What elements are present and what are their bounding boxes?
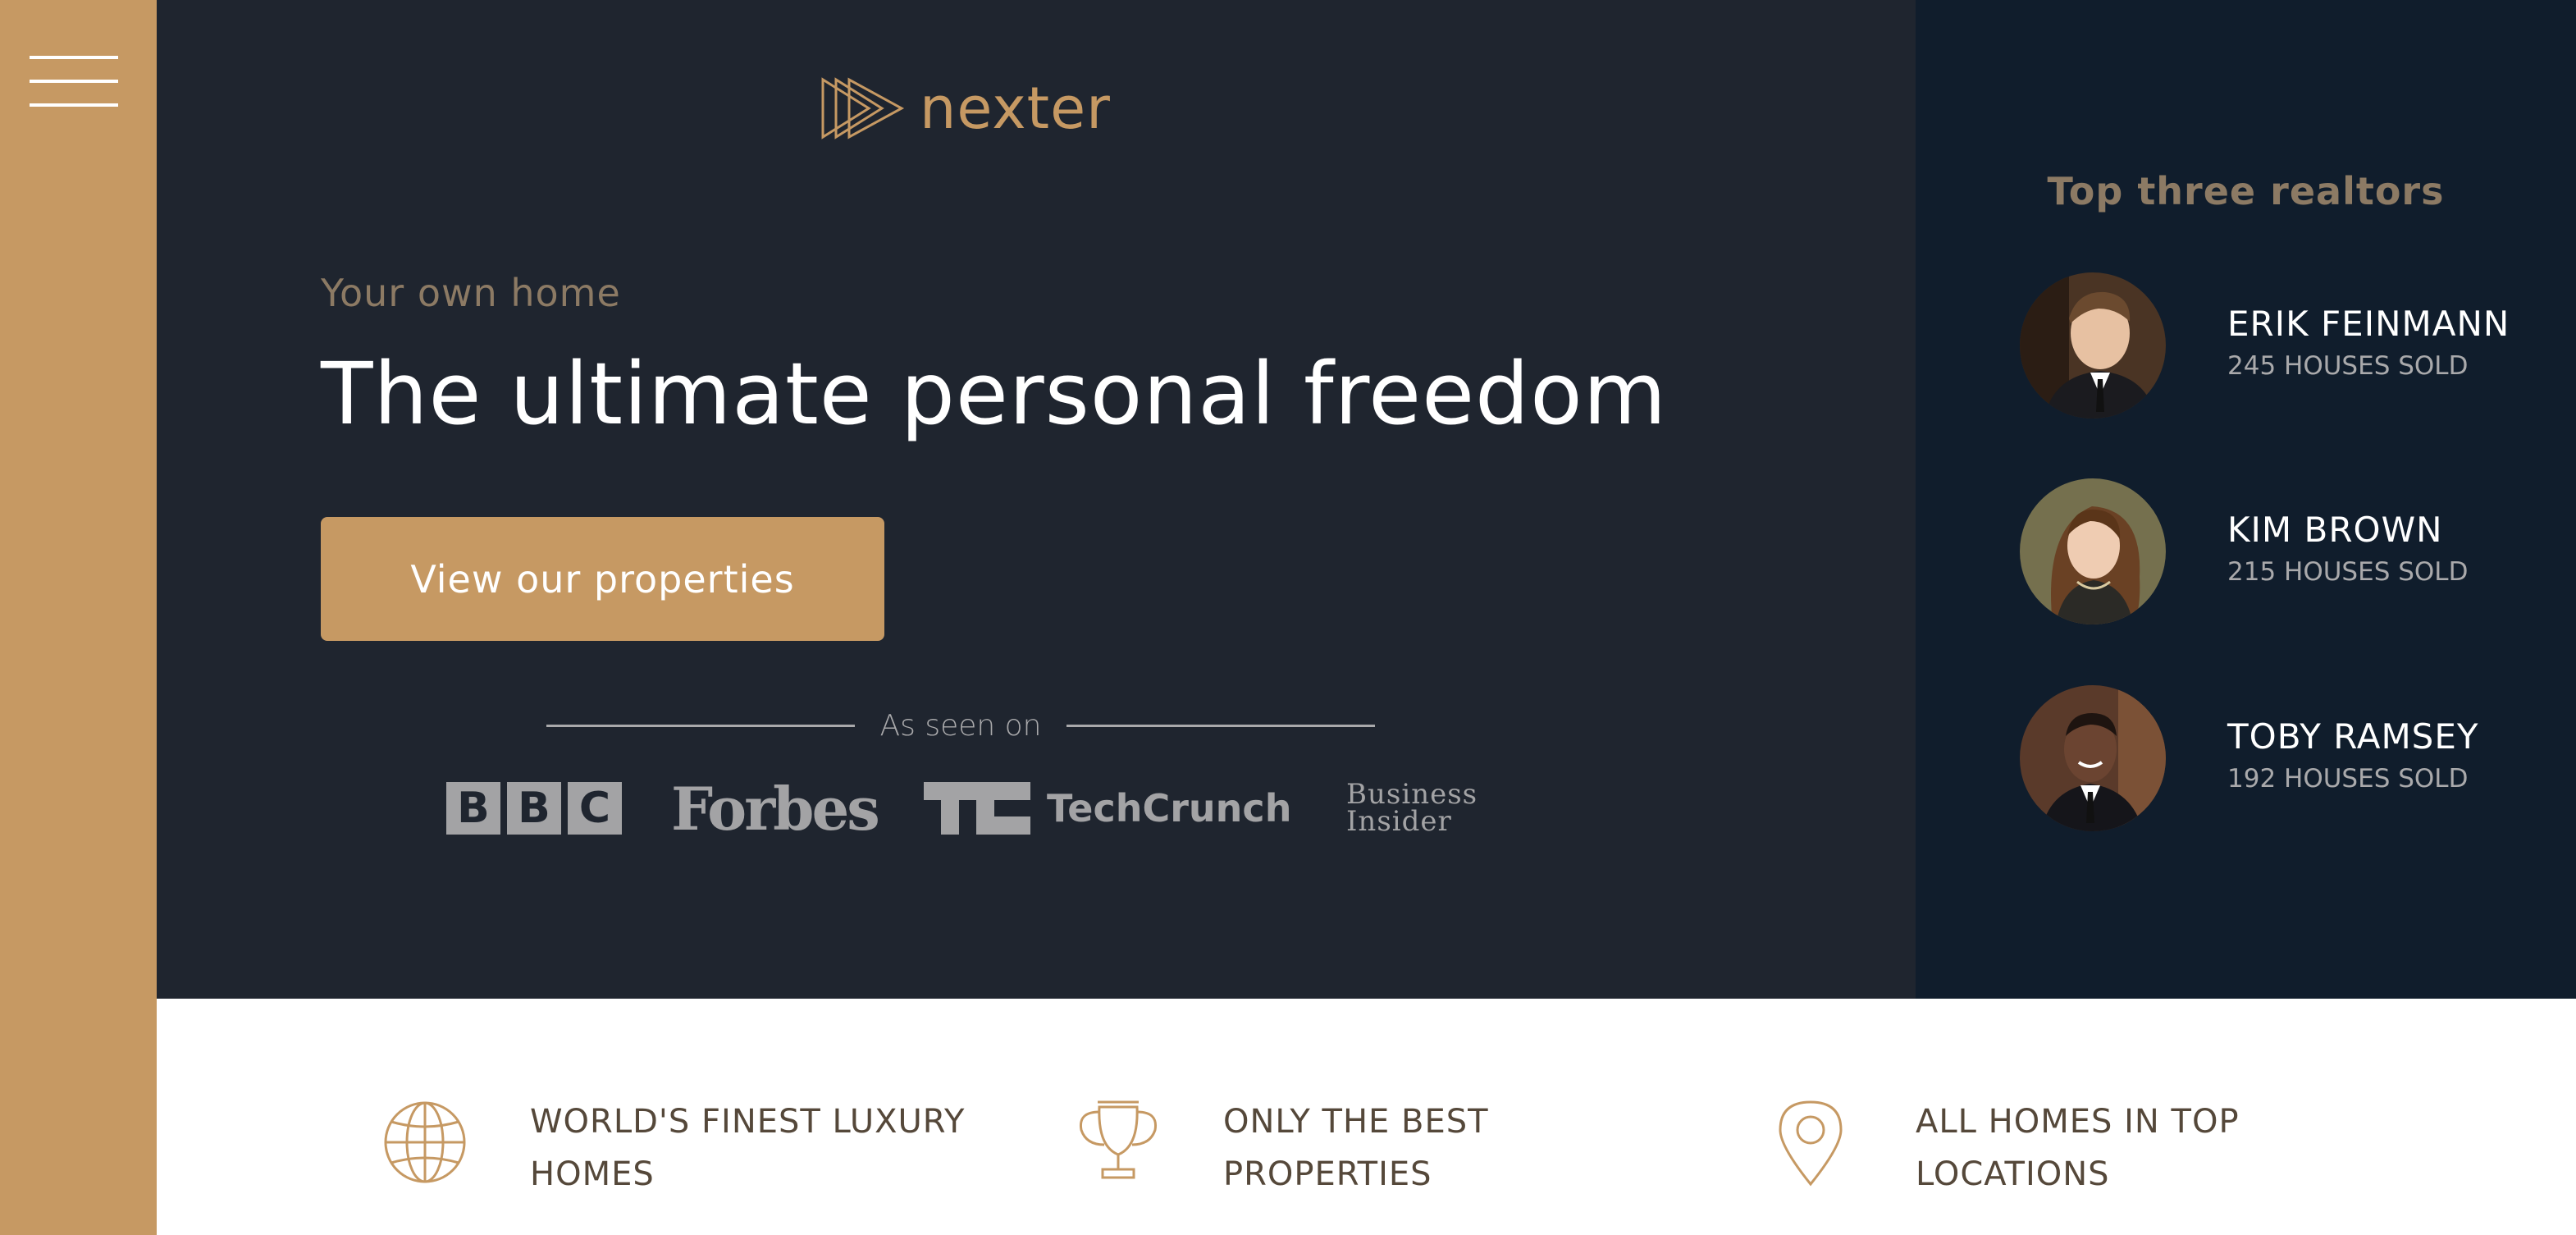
logo-triangles-icon (821, 77, 905, 140)
logo-text: nexter (920, 75, 1111, 142)
techcrunch-mark-icon (924, 782, 1030, 835)
bbc-letter: B (507, 782, 561, 835)
realtor-houses-sold: 245 HOUSES SOLD (2227, 351, 2469, 381)
top-realtors-panel: Top three realtors ERIK FEINMANN 245 HOU… (1916, 0, 2576, 999)
hero-heading: The ultimate personal freedom (321, 344, 1667, 444)
avatar (2020, 272, 2166, 419)
hamburger-menu-icon[interactable] (30, 56, 118, 108)
realtor-item[interactable]: TOBY RAMSEY 192 HOUSES SOLD (2020, 685, 2561, 833)
menu-bar-bottom (30, 103, 118, 107)
press-logos: B B C Forbes TechCrunch Business Insider (446, 773, 1478, 844)
globe-icon (384, 1101, 466, 1183)
divider-left (546, 724, 855, 727)
realtor-name: ERIK FEINMANN (2227, 304, 2510, 344)
business-insider-line1: Business (1346, 777, 1478, 811)
avatar (2020, 685, 2166, 831)
logo[interactable]: nexter (820, 74, 1111, 143)
map-pin-icon (1779, 1100, 1843, 1187)
sidebar (0, 0, 157, 1235)
avatar (2020, 478, 2166, 624)
trophy-icon (1079, 1100, 1158, 1179)
realtors-title: Top three realtors (2047, 169, 2445, 213)
realtor-name: TOBY RAMSEY (2227, 716, 2479, 757)
realtor-item[interactable]: ERIK FEINMANN 245 HOUSES SOLD (2020, 272, 2561, 420)
techcrunch-wordmark: TechCrunch (1047, 786, 1292, 830)
realtor-name: KIM BROWN (2227, 510, 2443, 550)
bbc-letter: B (446, 782, 500, 835)
menu-bar-top (30, 56, 118, 59)
hero-subheading: Your own home (321, 271, 621, 315)
as-seen-on: As seen on (546, 704, 1375, 747)
realtor-houses-sold: 192 HOUSES SOLD (2227, 764, 2469, 794)
feature-text: ALL HOMES IN TOP LOCATIONS (1916, 1103, 2240, 1193)
techcrunch-logo: TechCrunch (924, 775, 1291, 841)
realtor-item[interactable]: KIM BROWN 215 HOUSES SOLD (2020, 478, 2561, 626)
hero-header: nexter Your own home The ultimate person… (157, 0, 1916, 999)
feature-text: ONLY THE BEST PROPERTIES (1223, 1103, 1489, 1193)
menu-bar-middle (30, 80, 118, 83)
business-insider-logo: Business Insider (1346, 775, 1478, 841)
as-seen-on-label: As seen on (879, 708, 1042, 743)
feature-text: WORLD'S FINEST LUXURY HOMES (530, 1103, 966, 1193)
bbc-letter: C (568, 782, 622, 835)
features-section: WORLD'S FINEST LUXURY HOMES ONLY THE BES… (157, 999, 2576, 1235)
forbes-logo: Forbes (671, 773, 880, 844)
view-properties-button[interactable]: View our properties (321, 517, 884, 641)
divider-right (1066, 724, 1375, 727)
realtor-houses-sold: 215 HOUSES SOLD (2227, 557, 2469, 587)
business-insider-line2: Insider (1346, 805, 1452, 838)
bbc-logo: B B C (446, 775, 622, 841)
